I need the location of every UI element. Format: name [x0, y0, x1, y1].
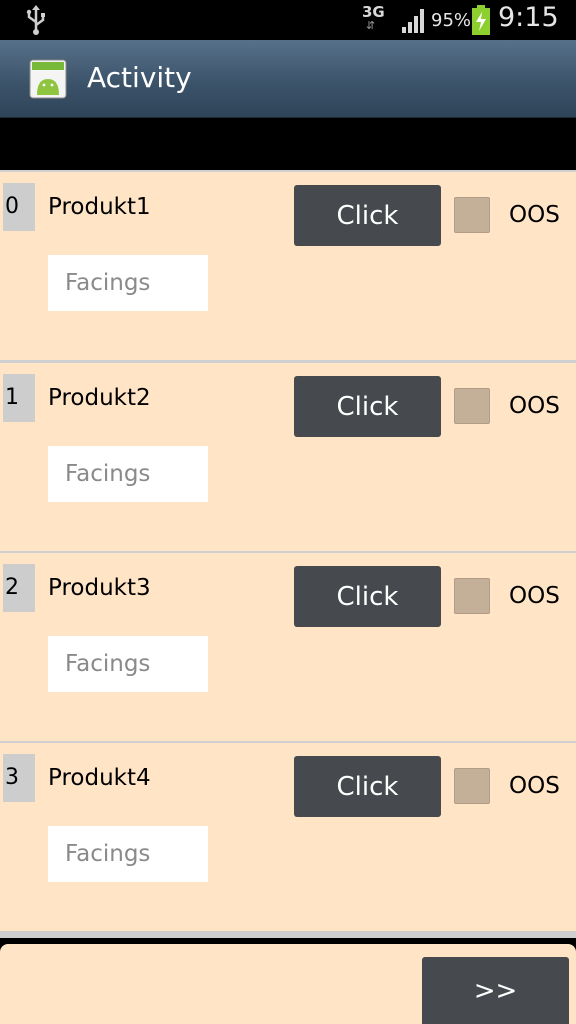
click-button[interactable]: Click — [294, 376, 441, 437]
next-button[interactable]: >> — [422, 957, 569, 1024]
product-name: Produkt4 — [48, 765, 151, 791]
signal-icon — [402, 9, 424, 33]
product-list[interactable]: 0 Produkt1 Click OOS 1 Produkt2 Click OO… — [0, 170, 576, 938]
click-button[interactable]: Click — [294, 185, 441, 246]
oos-checkbox[interactable] — [454, 388, 490, 424]
oos-checkbox[interactable] — [454, 197, 490, 233]
row-index: 0 — [3, 183, 35, 231]
oos-label: OOS — [509, 393, 560, 419]
row-index: 1 — [3, 374, 35, 422]
clock: 9:15 — [498, 2, 559, 33]
oos-label: OOS — [509, 583, 560, 609]
status-bar: 3G ⇵ 95% 9:15 — [0, 0, 576, 40]
facings-input[interactable] — [48, 826, 208, 882]
oos-checkbox[interactable] — [454, 768, 490, 804]
facings-input[interactable] — [48, 636, 208, 692]
action-bar-title: Activity — [87, 61, 192, 94]
row-index: 3 — [3, 754, 35, 802]
footer-panel: >> — [0, 944, 576, 1024]
facings-input[interactable] — [48, 446, 208, 502]
android-app-icon[interactable] — [28, 57, 68, 101]
facings-input[interactable] — [48, 255, 208, 311]
oos-label: OOS — [509, 202, 560, 228]
list-item: 3 Produkt4 Click OOS — [0, 743, 576, 931]
product-name: Produkt1 — [48, 194, 151, 220]
row-index: 2 — [3, 564, 35, 612]
list-item: 1 Produkt2 Click OOS — [0, 363, 576, 551]
header-spacer — [0, 118, 576, 170]
action-bar: Activity — [0, 40, 576, 118]
product-name: Produkt2 — [48, 385, 151, 411]
usb-icon — [26, 5, 45, 35]
battery-percent: 95% — [431, 10, 472, 31]
network-type-label: 3G — [362, 3, 385, 21]
list-item: 0 Produkt1 Click OOS — [0, 172, 576, 360]
list-item: 2 Produkt3 Click OOS — [0, 553, 576, 741]
footer-bar: >> — [0, 938, 576, 1024]
click-button[interactable]: Click — [294, 566, 441, 627]
oos-checkbox[interactable] — [454, 578, 490, 614]
oos-label: OOS — [509, 773, 560, 799]
data-activity-icon: ⇵ — [366, 19, 376, 32]
click-button[interactable]: Click — [294, 756, 441, 817]
product-name: Produkt3 — [48, 575, 151, 601]
battery-charging-icon — [472, 5, 490, 35]
